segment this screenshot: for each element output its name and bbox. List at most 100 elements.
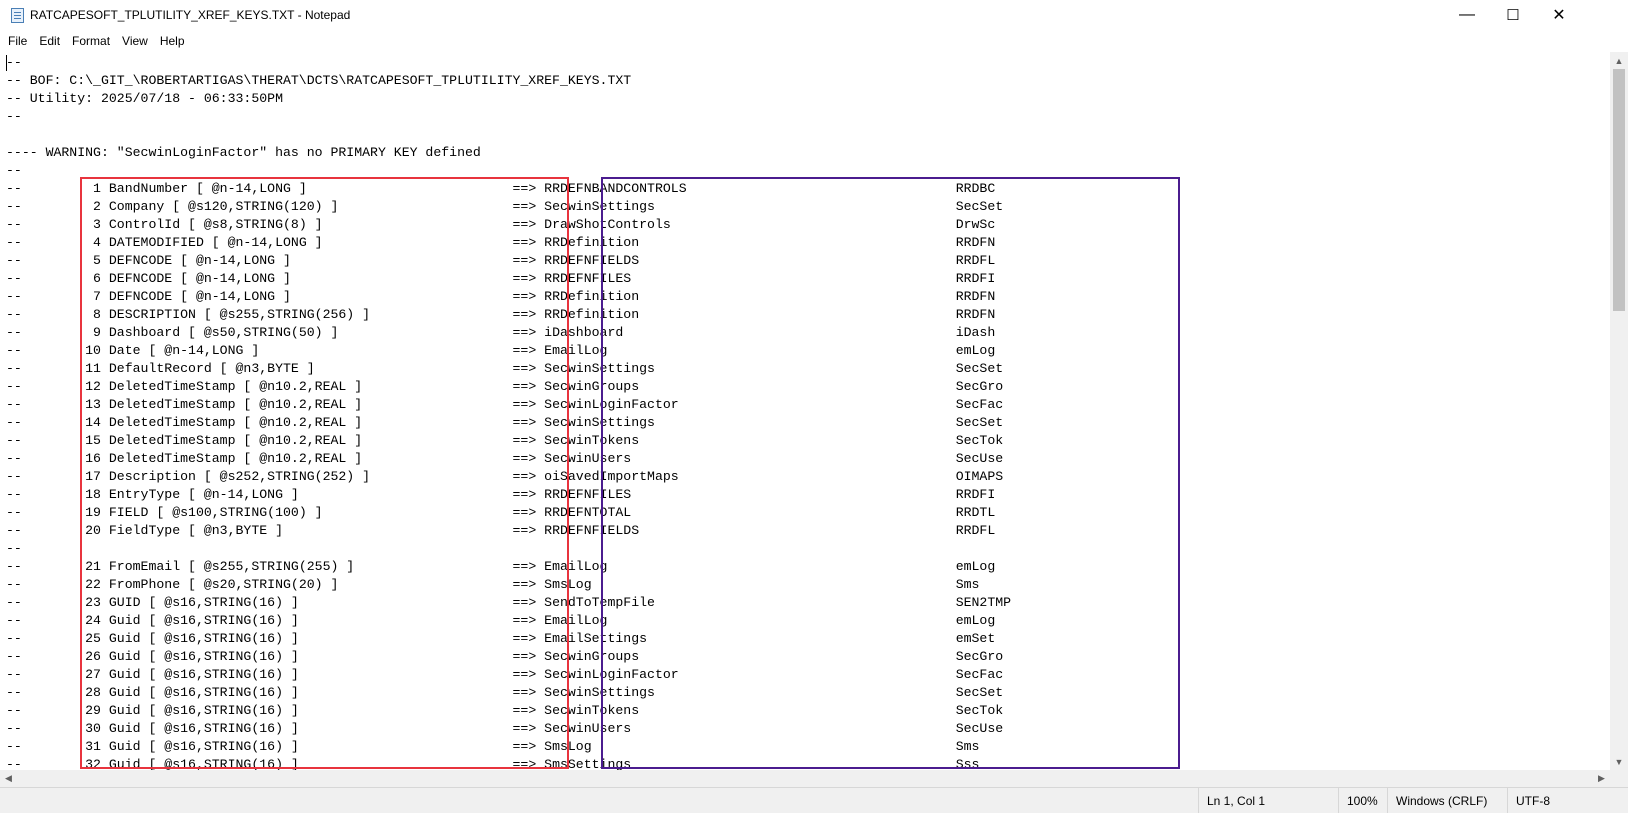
table-cell: RRDEFNFIELDS bbox=[544, 523, 956, 538]
field-cell: DeletedTimeStamp [ @n10.2,REAL ] bbox=[108, 397, 513, 412]
xref-row: -- 32 Guid [ @s16,STRING(16) ] ==> SmsSe… bbox=[6, 757, 979, 770]
prefix-cell: SecTok bbox=[955, 703, 1004, 718]
text: -- 30 bbox=[6, 721, 109, 736]
table-cell: SecwinTokens bbox=[544, 703, 956, 718]
arrow: ==> bbox=[512, 487, 545, 502]
table-cell: RRDefinition bbox=[544, 307, 956, 322]
table-cell: SecwinUsers bbox=[544, 721, 956, 736]
header-line: -- bbox=[6, 163, 22, 178]
field-cell: Guid [ @s16,STRING(16) ] bbox=[108, 667, 513, 682]
table-cell: SecwinSettings bbox=[544, 361, 956, 376]
arrow: ==> bbox=[512, 667, 545, 682]
vertical-scrollbar[interactable]: ▲ ▼ bbox=[1610, 52, 1628, 770]
table-cell: RRDEFNTOTAL bbox=[544, 505, 956, 520]
scroll-corner bbox=[1610, 770, 1628, 787]
text: -- 11 bbox=[6, 361, 109, 376]
prefix-cell: RRDFN bbox=[955, 307, 996, 322]
table-cell: SmsLog bbox=[544, 577, 956, 592]
text: -- 16 bbox=[6, 451, 109, 466]
text: -- 20 bbox=[6, 523, 109, 538]
field-cell: EntryType [ @n-14,LONG ] bbox=[108, 487, 513, 502]
prefix-cell: Sss bbox=[955, 757, 980, 770]
table-cell: SendToTempFile bbox=[544, 595, 956, 610]
arrow: ==> bbox=[512, 739, 545, 754]
text: -- 31 bbox=[6, 739, 109, 754]
table-cell: RRDEFNFIELDS bbox=[544, 253, 956, 268]
field-cell: DATEMODIFIED [ @n-14,LONG ] bbox=[108, 235, 513, 250]
maximize-button[interactable]: ☐ bbox=[1490, 0, 1536, 30]
text: -- 9 bbox=[6, 325, 109, 340]
prefix-cell: SecSet bbox=[955, 685, 1004, 700]
xref-row: -- 7 DEFNCODE [ @n-14,LONG ] ==> RRDefin… bbox=[6, 289, 995, 304]
prefix-cell: SecSet bbox=[955, 361, 1004, 376]
text: -- 12 bbox=[6, 379, 109, 394]
field-cell: Guid [ @s16,STRING(16) ] bbox=[108, 757, 513, 770]
menu-format[interactable]: Format bbox=[66, 32, 116, 50]
xref-row: -- 17 Description [ @s252,STRING(252) ] … bbox=[6, 469, 1003, 484]
field-cell: DEFNCODE [ @n-14,LONG ] bbox=[108, 271, 513, 286]
menu-file[interactable]: File bbox=[2, 32, 33, 50]
arrow: ==> bbox=[512, 253, 545, 268]
arrow: ==> bbox=[512, 703, 545, 718]
table-cell: SecwinSettings bbox=[544, 415, 956, 430]
text: -- 29 bbox=[6, 703, 109, 718]
status-line-ending: Windows (CRLF) bbox=[1387, 788, 1507, 813]
notepad-icon bbox=[11, 8, 24, 23]
arrow: ==> bbox=[512, 595, 545, 610]
arrow: ==> bbox=[512, 343, 545, 358]
field-cell: DefaultRecord [ @n3,BYTE ] bbox=[108, 361, 513, 376]
vertical-scroll-thumb[interactable] bbox=[1613, 69, 1625, 311]
arrow: ==> bbox=[512, 235, 545, 250]
field-cell: FIELD [ @s100,STRING(100) ] bbox=[108, 505, 513, 520]
prefix-cell: emLog bbox=[955, 343, 996, 358]
minimize-button[interactable]: — bbox=[1444, 0, 1490, 30]
table-cell: oiSavedImportMaps bbox=[544, 469, 956, 484]
field-cell: Guid [ @s16,STRING(16) ] bbox=[108, 739, 513, 754]
prefix-cell: SecTok bbox=[955, 433, 1004, 448]
xref-row: -- 19 FIELD [ @s100,STRING(100) ] ==> RR… bbox=[6, 505, 995, 520]
arrow: ==> bbox=[512, 577, 545, 592]
prefix-cell: SecSet bbox=[955, 415, 1004, 430]
prefix-cell: RRDFN bbox=[955, 235, 996, 250]
arrow: ==> bbox=[512, 379, 545, 394]
arrow: ==> bbox=[512, 307, 545, 322]
menu-help[interactable]: Help bbox=[154, 32, 191, 50]
prefix-cell: SecFac bbox=[955, 667, 1004, 682]
arrow: ==> bbox=[512, 217, 545, 232]
text: -- 19 bbox=[6, 505, 109, 520]
scroll-left-icon[interactable]: ◀ bbox=[0, 770, 17, 787]
table-cell: iDashboard bbox=[544, 325, 956, 340]
xref-row: -- 4 DATEMODIFIED [ @n-14,LONG ] ==> RRD… bbox=[6, 235, 995, 250]
prefix-cell: Sms bbox=[955, 577, 980, 592]
field-cell: DeletedTimeStamp [ @n10.2,REAL ] bbox=[108, 433, 513, 448]
menu-edit[interactable]: Edit bbox=[33, 32, 66, 50]
prefix-cell: SecGro bbox=[955, 379, 1004, 394]
xref-row: -- 26 Guid [ @s16,STRING(16) ] ==> Secwi… bbox=[6, 649, 1003, 664]
close-button[interactable]: ✕ bbox=[1536, 0, 1582, 30]
text-editor[interactable]: -- -- BOF: C:\_GIT_\ROBERTARTIGAS\THERAT… bbox=[0, 52, 1610, 770]
scroll-down-icon[interactable]: ▼ bbox=[1610, 753, 1628, 770]
menu-view[interactable]: View bbox=[116, 32, 154, 50]
horizontal-scrollbar[interactable]: ◀ ▶ bbox=[0, 770, 1610, 787]
field-cell: DeletedTimeStamp [ @n10.2,REAL ] bbox=[108, 451, 513, 466]
scroll-up-icon[interactable]: ▲ bbox=[1610, 52, 1628, 69]
prefix-cell: RRDFL bbox=[955, 523, 996, 538]
prefix-cell: emLog bbox=[955, 559, 996, 574]
arrow: ==> bbox=[512, 289, 545, 304]
text: -- 6 bbox=[6, 271, 109, 286]
field-cell: BandNumber [ @n-14,LONG ] bbox=[108, 181, 513, 196]
text: -- 21 bbox=[6, 559, 109, 574]
table-cell: DrawShotControls bbox=[544, 217, 956, 232]
text: -- 8 bbox=[6, 307, 109, 322]
prefix-cell: SecUse bbox=[955, 451, 1004, 466]
arrow: ==> bbox=[512, 397, 545, 412]
arrow: ==> bbox=[512, 415, 545, 430]
scroll-right-icon[interactable]: ▶ bbox=[1593, 770, 1610, 787]
xref-row: -- 28 Guid [ @s16,STRING(16) ] ==> Secwi… bbox=[6, 685, 1003, 700]
field-cell: GUID [ @s16,STRING(16) ] bbox=[108, 595, 513, 610]
xref-row: -- 23 GUID [ @s16,STRING(16) ] ==> SendT… bbox=[6, 595, 1011, 610]
header-line: -- bbox=[6, 109, 22, 124]
xref-row: -- 30 Guid [ @s16,STRING(16) ] ==> Secwi… bbox=[6, 721, 1003, 736]
prefix-cell: RRDBC bbox=[955, 181, 996, 196]
table-cell: SecwinLoginFactor bbox=[544, 667, 956, 682]
